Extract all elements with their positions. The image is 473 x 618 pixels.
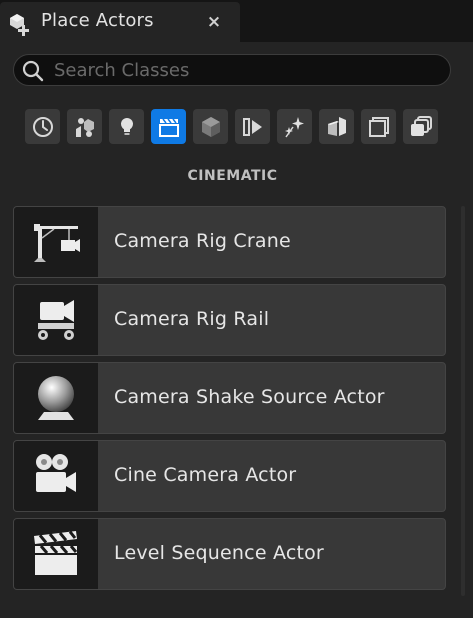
category-recent[interactable] [25, 109, 60, 144]
place-actors-icon [10, 14, 29, 36]
clock-icon [32, 116, 53, 137]
cinematic-clapper-icon [158, 118, 179, 137]
close-icon[interactable]: × [204, 11, 224, 33]
search-box [13, 54, 451, 86]
category-visual-effects[interactable] [193, 109, 228, 144]
list-item[interactable]: Level Sequence Actor [13, 518, 446, 590]
item-label: Camera Shake Source Actor [114, 386, 385, 408]
item-label: Camera Rig Rail [114, 308, 270, 330]
category-title: CINEMATIC [187, 168, 278, 184]
item-thumbnail [14, 207, 98, 277]
tab-title: Place Actors [41, 10, 154, 31]
lightbulb-icon [120, 117, 133, 135]
item-label: Camera Rig Crane [114, 230, 291, 252]
search-input[interactable] [54, 58, 434, 82]
category-toolbar [25, 109, 445, 145]
list-item[interactable]: Cine Camera Actor [13, 440, 446, 512]
play-volume-icon [242, 117, 262, 136]
category-cinematic[interactable] [151, 109, 186, 144]
scrollbar[interactable] [461, 206, 465, 596]
camera-rail-icon [38, 300, 74, 340]
stacked-squares-icon [368, 116, 389, 137]
camera-crane-icon [34, 224, 80, 262]
item-thumbnail [14, 363, 98, 433]
tab-bar: Place Actors × [0, 0, 473, 42]
list-item[interactable]: Camera Rig Crane [13, 206, 446, 278]
category-basic[interactable] [67, 109, 102, 144]
item-label: Cine Camera Actor [114, 464, 297, 486]
category-layers[interactable] [403, 109, 438, 144]
geometry-blocks-icon [327, 116, 346, 136]
basic-shapes-icon [75, 117, 94, 137]
sphere-source-icon [38, 376, 74, 420]
film-camera-icon [36, 454, 76, 492]
place-actors-panel: CINEMATIC Camera Rig Crane [0, 42, 473, 618]
item-thumbnail [14, 285, 98, 355]
list-item[interactable]: Camera Rig Rail [13, 284, 446, 356]
sparkles-icon [284, 116, 304, 137]
category-all-classes[interactable] [361, 109, 396, 144]
list-item[interactable]: Camera Shake Source Actor [13, 362, 446, 434]
category-lights[interactable] [109, 109, 144, 144]
item-thumbnail [14, 519, 98, 589]
cube-icon [201, 116, 220, 137]
tab-place-actors[interactable]: Place Actors × [0, 2, 240, 42]
category-effects[interactable] [277, 109, 312, 144]
category-volumes[interactable] [235, 109, 270, 144]
layers-icon [410, 115, 432, 136]
item-thumbnail [14, 441, 98, 511]
search-icon [22, 60, 44, 82]
item-label: Level Sequence Actor [114, 542, 324, 564]
category-geometry[interactable] [319, 109, 354, 144]
clapperboard-icon [34, 530, 78, 575]
